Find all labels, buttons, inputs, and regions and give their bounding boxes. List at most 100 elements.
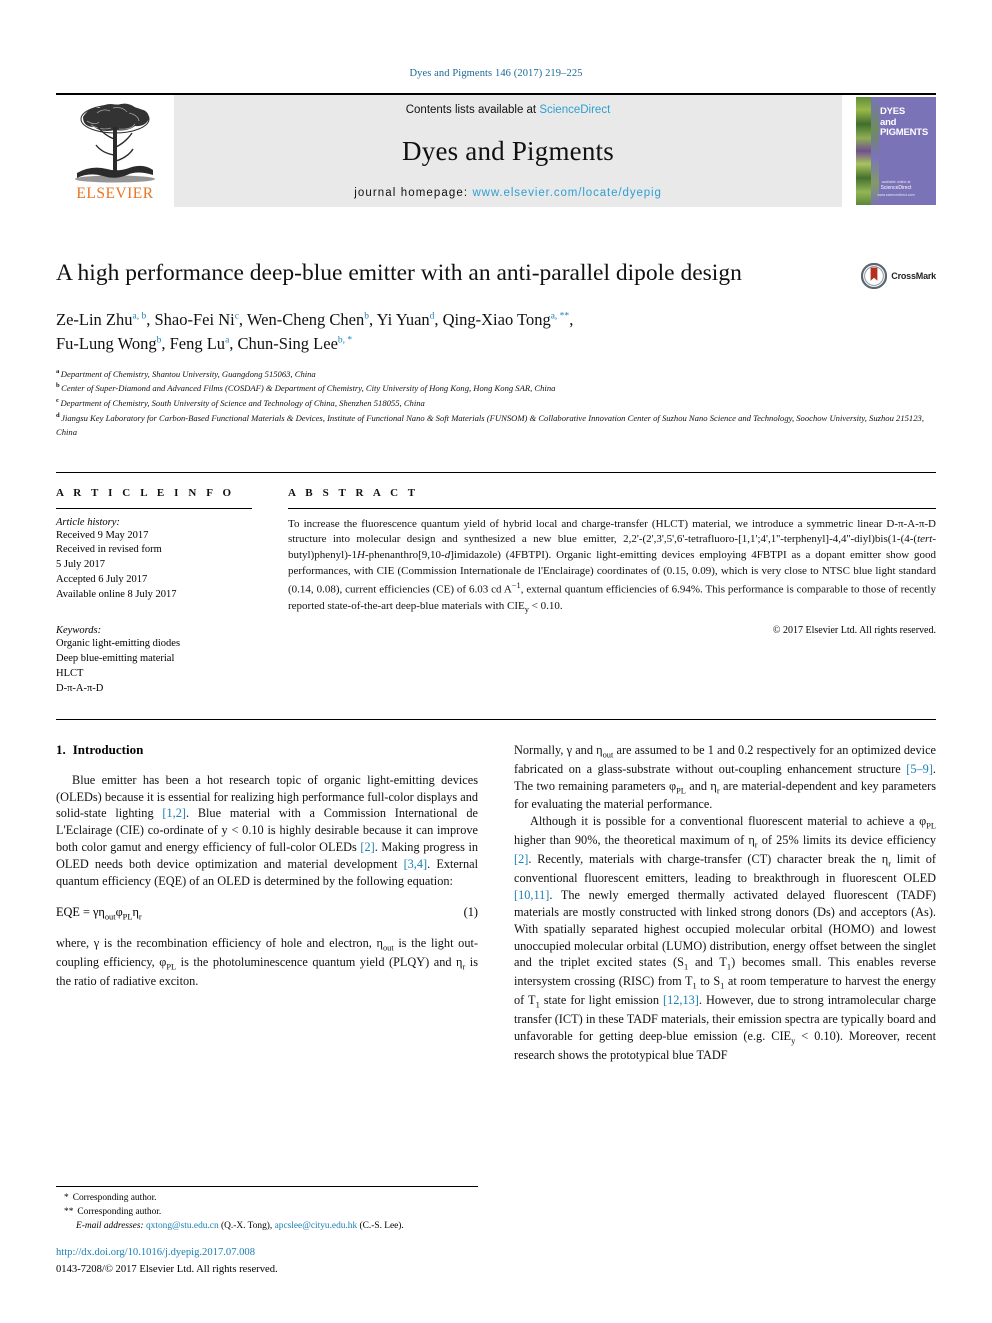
text-run: to S bbox=[696, 974, 721, 989]
author-entry: Qing-Xiao Tonga, **, bbox=[443, 310, 574, 329]
author-entry: Feng Lua, bbox=[170, 334, 238, 353]
running-head: Dyes and Pigments 146 (2017) 219–225 bbox=[409, 68, 583, 79]
author-name: Chun-Sing Lee bbox=[237, 333, 338, 353]
email-addresses-note: E-mail addresses: qxtong@stu.edu.cn (Q.-… bbox=[56, 1220, 478, 1234]
right-paragraph-1: Normally, γ and ηout are assumed to be 1… bbox=[514, 742, 936, 814]
page-title: A high performance deep-blue emitter wit… bbox=[56, 260, 742, 286]
footnote-mark: ** bbox=[64, 1207, 74, 1218]
text-run: where, γ is the recombination efficiency… bbox=[56, 936, 383, 951]
affiliation-text: Jiangsu Key Laboratory for Carbon-Based … bbox=[56, 412, 924, 437]
text-run: higher than 90%, the theoretical maximum… bbox=[514, 833, 755, 848]
equation-subscript: r bbox=[138, 912, 142, 922]
text-run: state for light emission bbox=[539, 993, 663, 1008]
keyword-item: Deep blue-emitting material bbox=[56, 652, 175, 664]
section-title-text: Introduction bbox=[72, 741, 144, 757]
author-affiliation-marks[interactable]: a, b bbox=[133, 311, 147, 321]
affiliation-item: d Jiangsu Key Laboratory for Carbon-Based… bbox=[56, 411, 936, 440]
keywords-list: Organic light-emitting diodes Deep blue-… bbox=[56, 637, 252, 697]
abstract-superscript: −1 bbox=[511, 581, 521, 591]
abstract-part: < 0.10. bbox=[528, 599, 563, 612]
equation-part: φ bbox=[115, 904, 123, 919]
citation-link[interactable]: [5–9] bbox=[906, 762, 933, 776]
crossmark-label: CrossMark bbox=[891, 271, 936, 281]
divider bbox=[56, 507, 252, 509]
author-name: Fu-Lung Wong bbox=[56, 333, 157, 353]
author-name: Feng Lu bbox=[169, 333, 226, 353]
journal-cover-thumbnail[interactable]: DYES and PIGMENTS available online at Sc… bbox=[856, 97, 936, 205]
author-entry: Yi Yuand, bbox=[377, 310, 443, 329]
history-item: Accepted 6 July 2017 bbox=[56, 574, 148, 586]
journal-article-page: Dyes and Pigments 146 (2017) 219–225 ELS… bbox=[0, 0, 992, 1323]
citation-link[interactable]: [3,4] bbox=[404, 857, 428, 871]
corresponding-author-note-2: ** Corresponding author. bbox=[56, 1206, 478, 1220]
sciencedirect-link[interactable]: ScienceDirect bbox=[539, 104, 610, 116]
contents-prefix: Contents lists available at bbox=[405, 104, 540, 116]
keywords-heading: Keywords: bbox=[56, 625, 102, 637]
keyword-item: D-π-A-π-D bbox=[56, 682, 104, 694]
text-run: Normally, γ and η bbox=[514, 742, 603, 757]
email-link-1[interactable]: qxtong@stu.edu.cn bbox=[146, 1221, 219, 1231]
abstract-column: A B S T R A C T To increase the fluoresc… bbox=[288, 487, 936, 697]
author-separator: , bbox=[434, 309, 443, 329]
text-subscript: PL bbox=[926, 821, 936, 831]
email-link-2[interactable]: apcslee@cityu.edu.hk bbox=[275, 1221, 358, 1231]
citation-link[interactable]: [12,13] bbox=[663, 993, 699, 1007]
doi-link[interactable]: http://dx.doi.org/10.1016/j.dyepig.2017.… bbox=[56, 1245, 478, 1260]
journal-title: Dyes and Pigments bbox=[402, 136, 614, 166]
author-name: Shao-Fei Ni bbox=[154, 309, 235, 329]
body-left-column: 1. Introduction Blue emitter has been a h… bbox=[56, 742, 478, 1064]
cover-title-text: DYES and PIGMENTS bbox=[880, 106, 928, 139]
citation-link[interactable]: [2] bbox=[360, 840, 374, 854]
elsevier-wordmark: ELSEVIER bbox=[76, 185, 154, 202]
author-affiliation-marks[interactable]: a, ** bbox=[551, 311, 569, 321]
email-owner-1: (Q.-X. Tong), bbox=[221, 1220, 273, 1231]
chemical-name-part: 2,2'-(2',3',5',6'-tetrafluoro-[1,1';4',1… bbox=[623, 533, 918, 546]
author-separator: , bbox=[569, 309, 574, 329]
author-entry: Chun-Sing Leeb, * bbox=[238, 334, 353, 353]
chemical-italic-part: H bbox=[357, 549, 365, 562]
history-item: 5 July 2017 bbox=[56, 559, 106, 571]
right-paragraph-2: Although it is possible for a convention… bbox=[514, 813, 936, 1064]
homepage-url-link[interactable]: www.elsevier.com/locate/dyepig bbox=[472, 187, 661, 199]
section-number: 1. bbox=[56, 741, 66, 757]
author-separator: , bbox=[238, 309, 247, 329]
history-item: Received in revised form bbox=[56, 544, 162, 556]
title-block: A high performance deep-blue emitter wit… bbox=[56, 259, 936, 289]
abstract-copyright: © 2017 Elsevier Ltd. All rights reserved… bbox=[772, 625, 936, 637]
author-name: Ze-Lin Zhu bbox=[56, 309, 133, 329]
author-affiliation-marks[interactable]: b, * bbox=[338, 335, 352, 345]
affiliation-list: a Department of Chemistry, Shantou Univer… bbox=[56, 367, 936, 440]
text-subscript: PL bbox=[166, 962, 177, 972]
text-run: Although it is possible for a convention… bbox=[530, 814, 927, 829]
affiliation-text: Department of Chemistry, South Universit… bbox=[60, 397, 425, 408]
text-run: is the photoluminescence quantum yield (… bbox=[176, 955, 463, 970]
author-line-2: Fu-Lung Wongb, Feng Lua, Chun-Sing Leeb,… bbox=[56, 332, 936, 356]
footnote-text: Corresponding author. bbox=[72, 1193, 157, 1204]
affiliation-item: a Department of Chemistry, Shantou Univer… bbox=[56, 367, 936, 382]
crossmark-badge[interactable]: CrossMark bbox=[861, 263, 936, 289]
crossmark-icon bbox=[861, 263, 888, 289]
equation-1-number: (1) bbox=[463, 904, 478, 919]
masthead-center: Contents lists available at ScienceDirec… bbox=[174, 95, 842, 207]
elsevier-logo: ELSEVIER bbox=[56, 95, 174, 207]
chemical-name-part: -phenanthro[9,10- bbox=[365, 549, 445, 562]
footnote-mark: * bbox=[64, 1193, 69, 1204]
citation-link[interactable]: [2] bbox=[514, 852, 528, 866]
divider bbox=[288, 507, 936, 509]
footnote-text: Corresponding author. bbox=[77, 1207, 162, 1218]
affiliation-mark: b bbox=[56, 382, 60, 390]
article-history-heading: Article history: bbox=[56, 516, 120, 528]
author-separator: , bbox=[161, 333, 170, 353]
author-entry: Fu-Lung Wongb, bbox=[56, 334, 170, 353]
author-separator: , bbox=[229, 333, 238, 353]
author-separator: , bbox=[368, 309, 377, 329]
chemical-name-part: ]imidazole) (4FBTPI). bbox=[450, 549, 552, 562]
text-run: and η bbox=[685, 778, 717, 793]
citation-link[interactable]: [10,11] bbox=[514, 888, 549, 902]
citation-link[interactable]: [1,2] bbox=[162, 806, 186, 820]
cover-footer-url: www.sciencedirect.com bbox=[877, 192, 915, 197]
affiliation-item: b Center of Super-Diamond and Advanced Fi… bbox=[56, 381, 936, 396]
author-list: Ze-Lin Zhua, b, Shao-Fei Nic, Wen-Cheng … bbox=[56, 308, 936, 356]
body-columns: 1. Introduction Blue emitter has been a h… bbox=[56, 718, 936, 1064]
